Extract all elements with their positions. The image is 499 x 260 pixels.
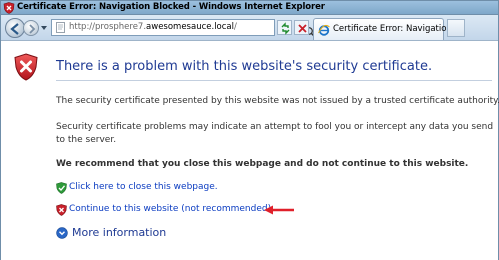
red-arrow-annotation-icon <box>264 205 294 215</box>
forward-button[interactable] <box>23 20 39 36</box>
ie-logo-icon <box>318 25 330 36</box>
title-bar: Certificate Error: Navigation Blocked - … <box>1 1 498 15</box>
red-shield-x-icon <box>56 204 67 216</box>
page-icon <box>56 22 65 33</box>
green-shield-check-icon <box>56 182 67 194</box>
forward-arrow-icon <box>29 24 36 34</box>
back-button[interactable] <box>5 18 25 38</box>
security-error-shield-icon <box>14 53 38 81</box>
address-url[interactable]: http://prosphere7.awesomesauce.local/ <box>69 22 237 32</box>
recent-pages-dropdown-icon[interactable] <box>41 25 47 31</box>
tab-label: Certificate Error: Navigation ... <box>333 24 463 34</box>
page-content: There is a problem with this website's s… <box>1 42 499 260</box>
close-webpage-link[interactable]: Click here to close this webpage. <box>69 182 218 192</box>
explanation-text: The security certificate presented by th… <box>56 96 499 106</box>
navigation-toolbar: http://prosphere7.awesomesauce.local/ Ce… <box>1 15 498 41</box>
address-suffix: / <box>234 22 237 32</box>
chevron-down-circle-icon <box>56 227 68 239</box>
tab-certificate-error[interactable]: Certificate Error: Navigation ... <box>313 18 463 40</box>
browser-window: Certificate Error: Navigation Blocked - … <box>0 0 499 260</box>
refresh-button[interactable] <box>277 20 292 35</box>
stop-button[interactable] <box>294 20 309 35</box>
warning-text: Security certificate problems may indica… <box>56 122 494 145</box>
more-information-label[interactable]: More information <box>72 226 166 239</box>
page-title: There is a problem with this website's s… <box>56 59 433 74</box>
address-host: awesomesauce.local <box>146 22 234 32</box>
new-tab-button[interactable] <box>447 19 465 37</box>
window-title: Certificate Error: Navigation Blocked - … <box>17 2 325 12</box>
divider <box>56 80 492 81</box>
address-bar[interactable]: http://prosphere7.awesomesauce.local/ <box>51 19 324 38</box>
error-shield-icon <box>3 2 15 14</box>
address-prefix: http://prosphere7. <box>69 22 147 32</box>
continue-to-website-link[interactable]: Continue to this website (not recommende… <box>69 204 274 214</box>
recommendation-text: We recommend that you close this webpage… <box>56 159 469 169</box>
close-icon <box>298 24 307 33</box>
refresh-icon <box>281 22 290 35</box>
